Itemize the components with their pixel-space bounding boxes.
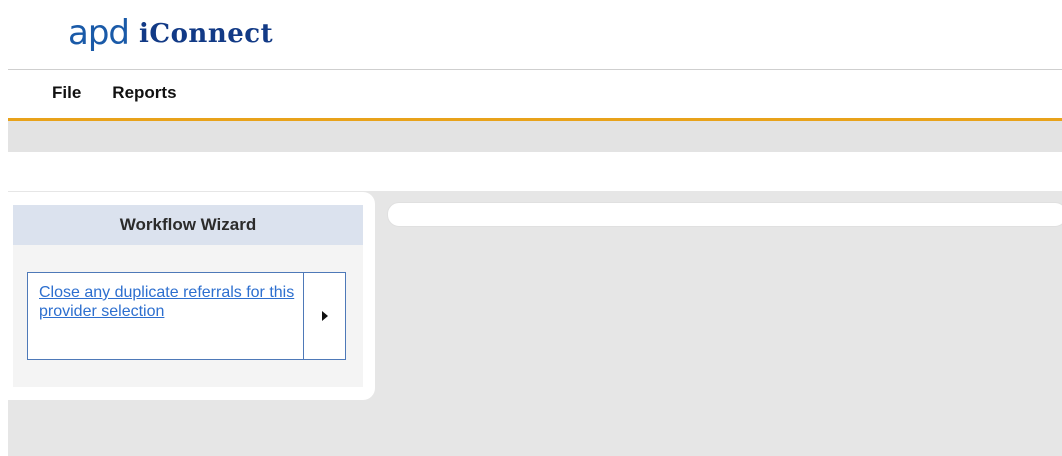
logo-apd-mark: apd	[68, 13, 130, 53]
menu-reports[interactable]: Reports	[112, 83, 176, 105]
workflow-wizard-panel: Workflow Wizard Close any duplicate refe…	[0, 192, 375, 400]
workflow-wizard-title: Workflow Wizard	[119, 215, 257, 234]
close-duplicate-referrals-link[interactable]: Close any duplicate referrals for this p…	[39, 284, 294, 320]
toolbar-band	[8, 121, 1062, 152]
logo-iconnect-text: iConnect	[139, 19, 274, 49]
workflow-wizard-inner: Workflow Wizard Close any duplicate refe…	[13, 205, 363, 387]
app-logo: apd iConnect	[68, 10, 273, 50]
menu-bar: File Reports	[8, 70, 1062, 121]
workflow-task-row: Close any duplicate referrals for this p…	[27, 272, 346, 360]
page: apd iConnect File Reports Workflow Wizar…	[0, 0, 1062, 456]
workflow-task-link-cell: Close any duplicate referrals for this p…	[28, 273, 304, 359]
logo-apd-text: apd	[68, 13, 130, 53]
app-header: apd iConnect	[0, 0, 1062, 70]
menu-file[interactable]: File	[52, 83, 81, 105]
workflow-task-expand-button[interactable]	[304, 273, 345, 359]
triangle-right-icon	[321, 311, 328, 321]
workflow-wizard-header: Workflow Wizard	[13, 205, 363, 245]
main-panel-header	[387, 202, 1062, 227]
